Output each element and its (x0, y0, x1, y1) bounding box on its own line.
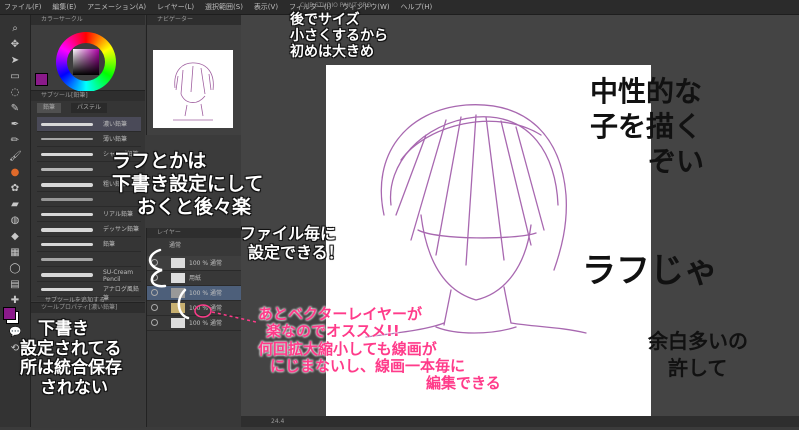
dashed-pointer (211, 311, 257, 323)
highlight-circle (194, 304, 212, 318)
annotation-arrows (148, 248, 257, 323)
bracket-arrow (177, 288, 190, 320)
bracket-arrow (148, 248, 167, 288)
